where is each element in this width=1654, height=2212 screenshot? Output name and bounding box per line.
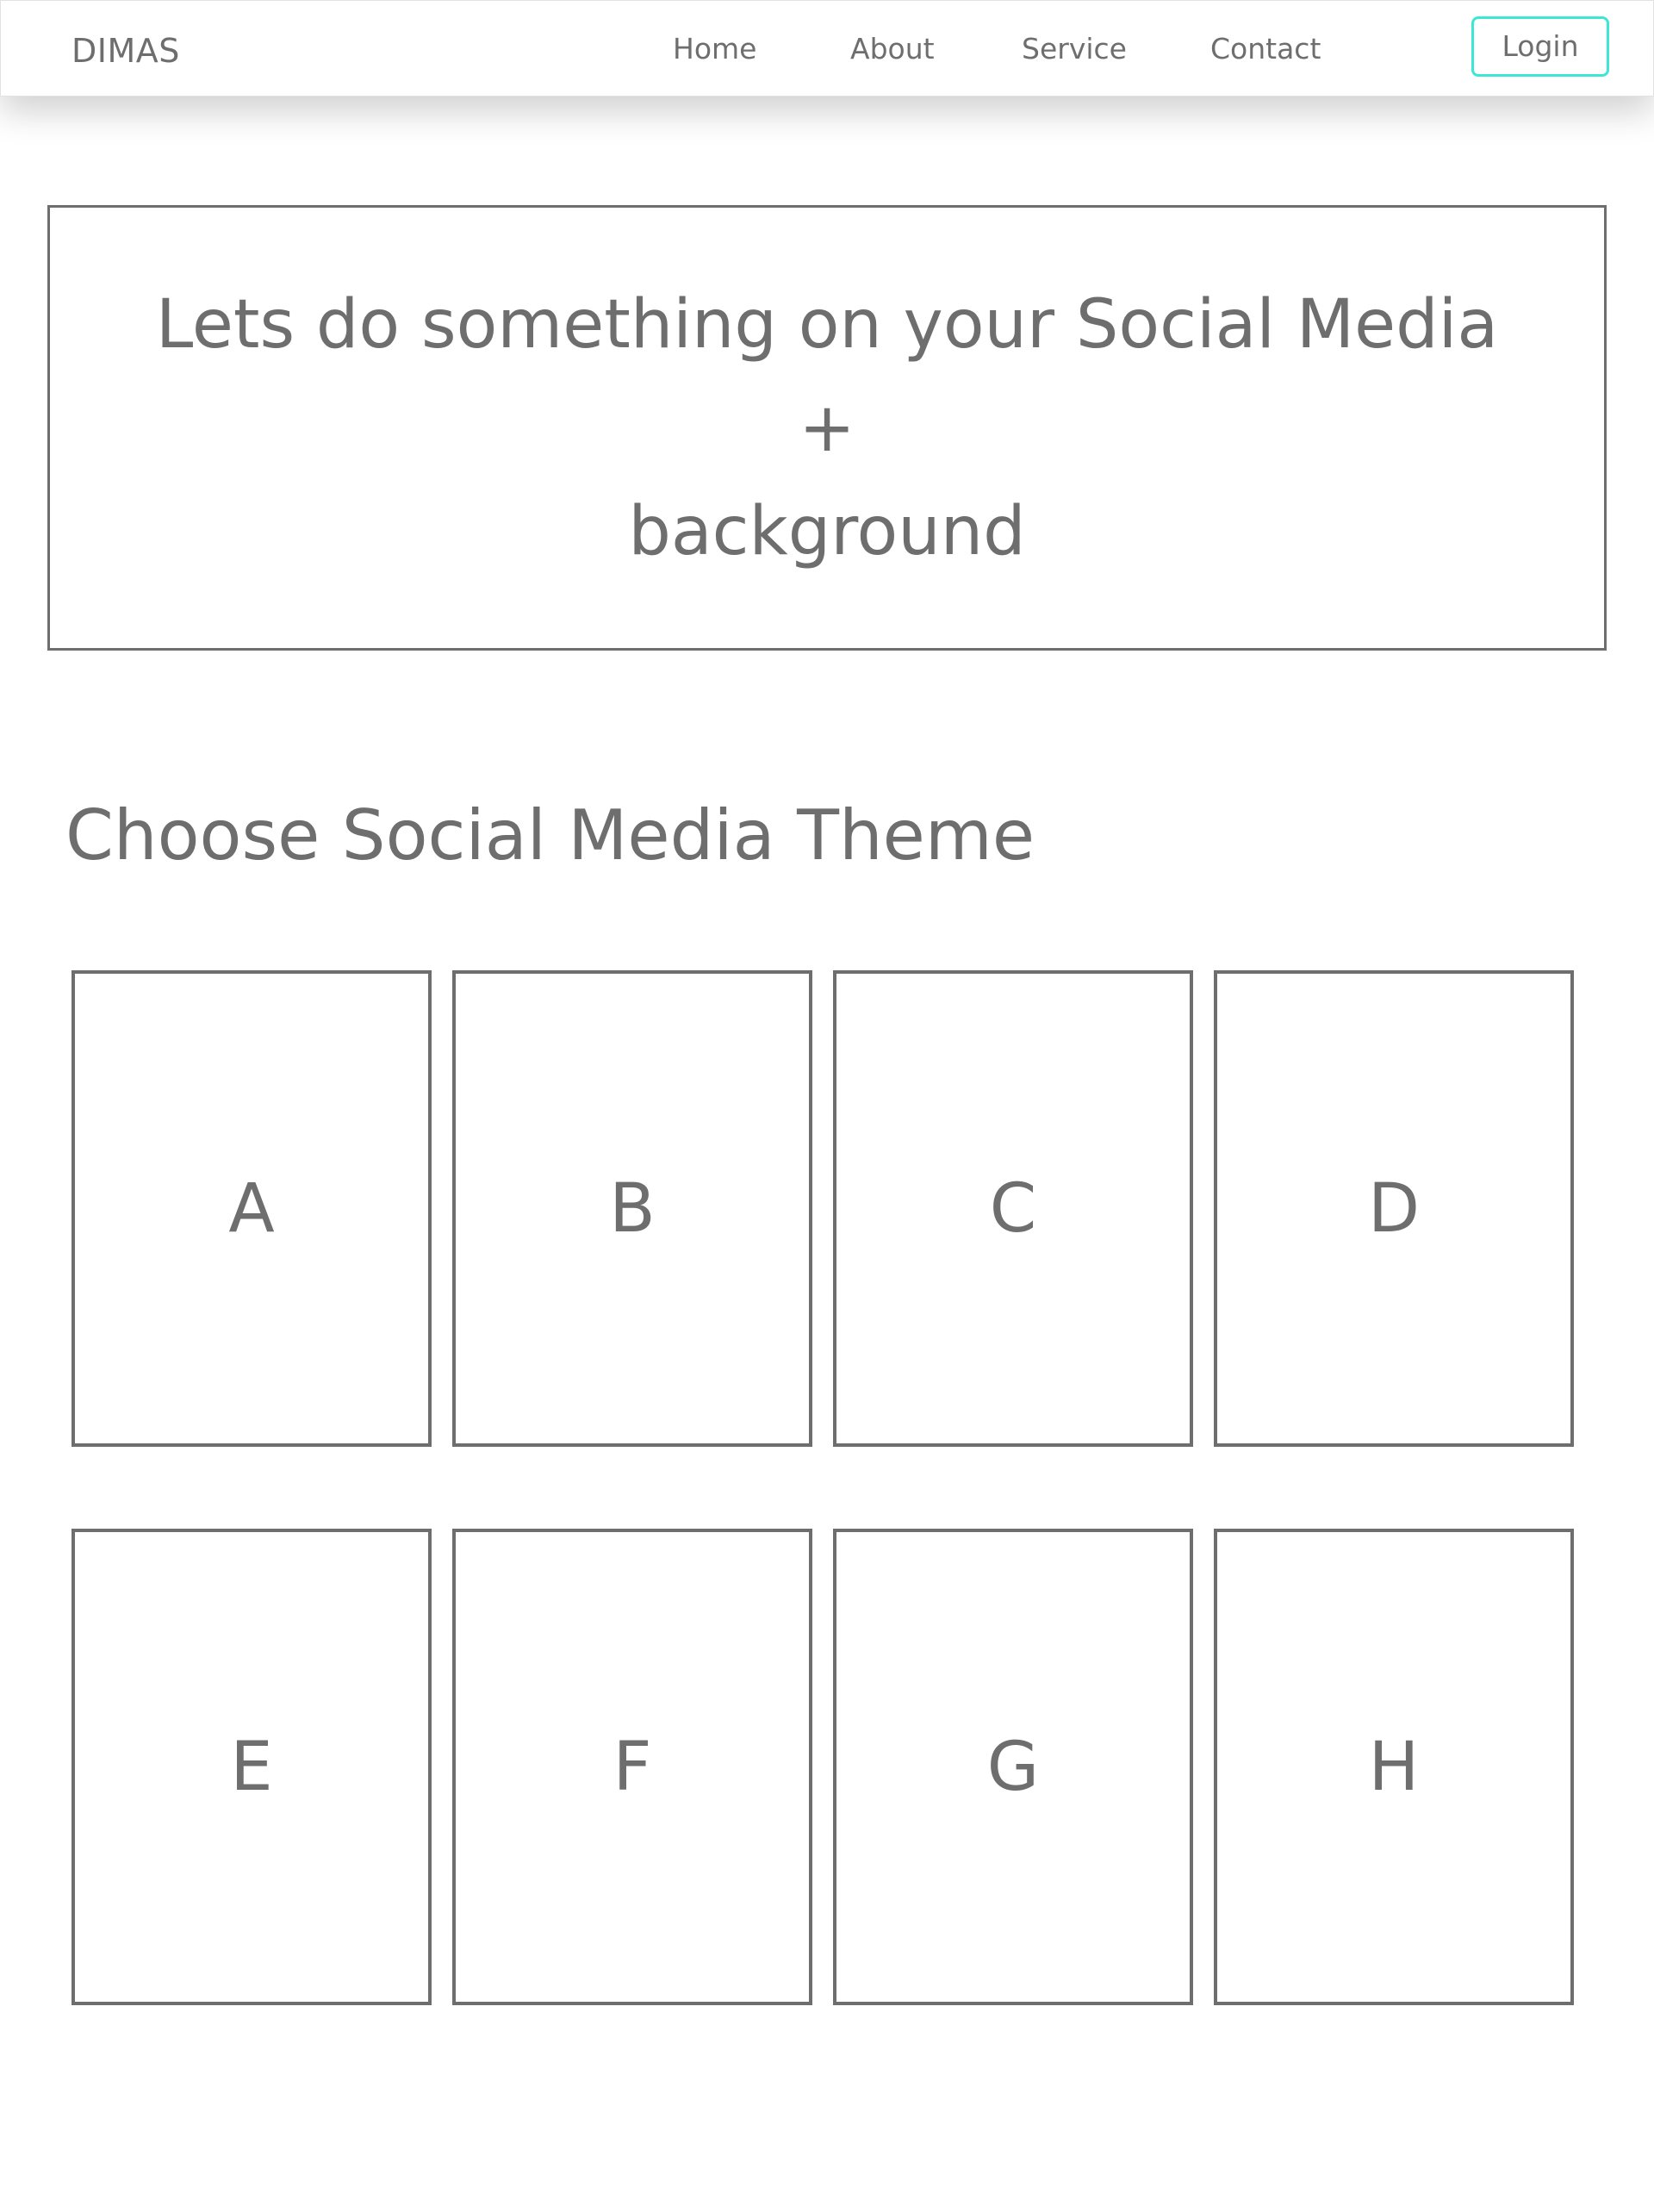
theme-card-e[interactable]: E bbox=[72, 1529, 432, 2005]
nav-link-about[interactable]: About bbox=[850, 1, 935, 97]
theme-card-label: C bbox=[989, 1169, 1037, 1248]
theme-card-g[interactable]: G bbox=[833, 1529, 1193, 2005]
hero-headline: Lets do something on your Social Media bbox=[155, 285, 1499, 364]
nav-link-service[interactable]: Service bbox=[1022, 1, 1127, 97]
theme-card-label: A bbox=[228, 1169, 275, 1248]
theme-card-b[interactable]: B bbox=[452, 970, 812, 1447]
theme-card-label: B bbox=[609, 1169, 656, 1248]
theme-section-title: Choose Social Media Theme bbox=[65, 795, 1035, 875]
theme-grid: A B C D E F G H bbox=[72, 970, 1575, 2005]
hero-background-label: background bbox=[628, 492, 1026, 570]
theme-card-label: F bbox=[612, 1728, 652, 1806]
theme-card-label: G bbox=[986, 1728, 1040, 1806]
theme-card-label: H bbox=[1368, 1728, 1420, 1806]
theme-card-d[interactable]: D bbox=[1214, 970, 1574, 1447]
theme-card-label: D bbox=[1367, 1169, 1421, 1248]
nav-link-home[interactable]: Home bbox=[673, 1, 756, 97]
theme-card-c[interactable]: C bbox=[833, 970, 1193, 1447]
navbar: DIMAS Home About Service Contact Login bbox=[0, 0, 1654, 97]
brand-logo[interactable]: DIMAS bbox=[72, 1, 180, 97]
hero-plus-sign: + bbox=[799, 389, 855, 467]
theme-card-h[interactable]: H bbox=[1214, 1529, 1574, 2005]
hero-banner: Lets do something on your Social Media +… bbox=[47, 205, 1607, 651]
theme-card-label: E bbox=[230, 1728, 273, 1806]
theme-card-a[interactable]: A bbox=[72, 970, 432, 1447]
nav-link-contact[interactable]: Contact bbox=[1210, 1, 1321, 97]
login-button[interactable]: Login bbox=[1471, 16, 1609, 77]
theme-card-f[interactable]: F bbox=[452, 1529, 812, 2005]
